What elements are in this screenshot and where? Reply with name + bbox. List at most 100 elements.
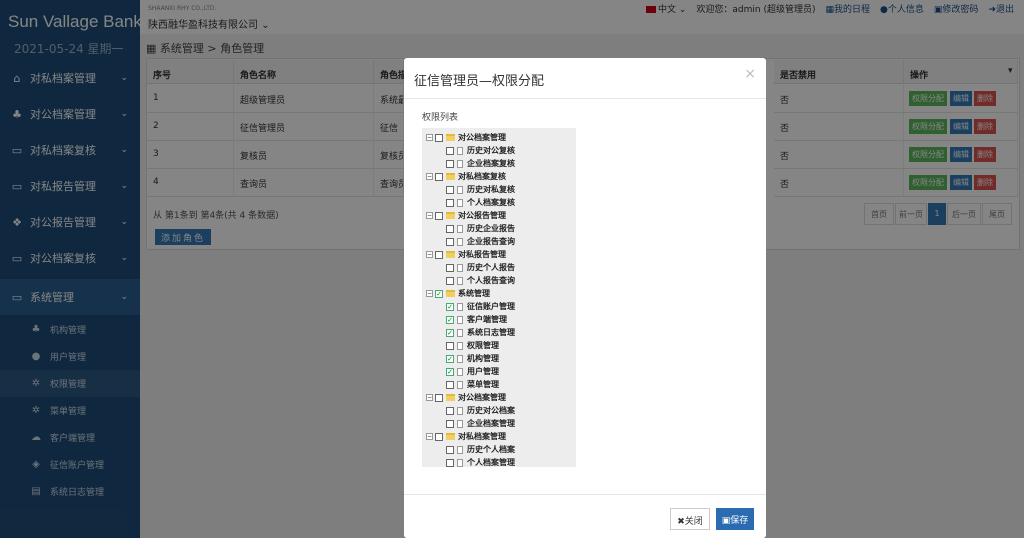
permission-modal: 征信管理员—权限分配 × 权限列表 − 对公档案管理 历史对公复核 企业档案复核 − 对私… bbox=[404, 58, 766, 538]
tree-node-label: 对私报告管理 bbox=[458, 250, 506, 259]
folder-icon bbox=[446, 134, 455, 141]
tree-leaf[interactable]: ✓ 系统日志管理 bbox=[446, 326, 515, 339]
checkbox[interactable] bbox=[435, 211, 443, 220]
checkbox[interactable] bbox=[435, 432, 443, 441]
tree-leaf[interactable]: ✓ 用户管理 bbox=[446, 365, 499, 378]
checkbox[interactable] bbox=[446, 146, 454, 155]
folder-icon bbox=[446, 433, 455, 440]
checkbox[interactable] bbox=[446, 341, 454, 350]
file-icon bbox=[457, 328, 463, 337]
close-icon[interactable]: × bbox=[744, 66, 756, 82]
file-icon bbox=[457, 198, 463, 207]
checkbox[interactable] bbox=[446, 224, 454, 233]
tree-leaf[interactable]: 企业档案复核 bbox=[446, 157, 515, 170]
tree-node[interactable]: − 对公报告管理 bbox=[426, 209, 506, 222]
tree-node[interactable]: − ✓ 系统管理 bbox=[426, 287, 490, 300]
tree-leaf[interactable]: 历史对公档案 bbox=[446, 404, 515, 417]
folder-icon bbox=[446, 173, 455, 180]
tree-leaf-label: 历史个人档案 bbox=[467, 445, 515, 454]
file-icon bbox=[457, 458, 463, 467]
tree-node[interactable]: − 对私档案管理 bbox=[426, 430, 506, 443]
modal-title: 征信管理员—权限分配 bbox=[414, 74, 545, 89]
checkbox[interactable]: ✓ bbox=[446, 302, 454, 311]
tree-leaf[interactable]: ✓ 征信账户管理 bbox=[446, 300, 515, 313]
collapse-icon[interactable]: − bbox=[426, 290, 433, 297]
tree-node[interactable]: − 对公档案管理 bbox=[426, 391, 506, 404]
tree-leaf[interactable]: ✓ 客户端管理 bbox=[446, 313, 507, 326]
tree-node-label: 对私档案管理 bbox=[458, 432, 506, 441]
tree-leaf[interactable]: 历史对私复核 bbox=[446, 183, 515, 196]
collapse-icon[interactable]: − bbox=[426, 433, 433, 440]
file-icon bbox=[457, 315, 463, 324]
close-button[interactable]: ✖关闭 bbox=[670, 508, 710, 530]
checkbox[interactable]: ✓ bbox=[446, 354, 454, 363]
tree-leaf[interactable]: ✓ 机构管理 bbox=[446, 352, 499, 365]
checkbox[interactable] bbox=[446, 419, 454, 428]
checkbox[interactable] bbox=[446, 159, 454, 168]
tree-leaf-label: 企业档案复核 bbox=[467, 159, 515, 168]
checkbox[interactable]: ✓ bbox=[446, 367, 454, 376]
checkbox[interactable] bbox=[446, 263, 454, 272]
permission-tree: − 对公档案管理 历史对公复核 企业档案复核 − 对私档案复核 历史对私复核 个人档案复核 − 对… bbox=[422, 128, 576, 467]
checkbox[interactable] bbox=[446, 185, 454, 194]
checkbox[interactable] bbox=[446, 458, 454, 467]
tree-leaf-label: 历史对公档案 bbox=[467, 406, 515, 415]
tree-leaf-label: 系统日志管理 bbox=[467, 328, 515, 337]
tree-leaf-label: 历史企业报告 bbox=[467, 224, 515, 233]
tree-leaf[interactable]: 历史对公复核 bbox=[446, 144, 515, 157]
checkbox[interactable]: ✓ bbox=[446, 328, 454, 337]
save-button[interactable]: ▣保存 bbox=[716, 508, 754, 530]
file-icon bbox=[457, 380, 463, 389]
checkbox[interactable]: ✓ bbox=[435, 289, 443, 298]
tree-leaf[interactable]: 历史个人档案 bbox=[446, 443, 515, 456]
tree-leaf-label: 机构管理 bbox=[467, 354, 499, 363]
file-icon bbox=[457, 302, 463, 311]
tree-leaf-label: 历史对私复核 bbox=[467, 185, 515, 194]
tree-node[interactable]: − 对私报告管理 bbox=[426, 248, 506, 261]
checkbox[interactable] bbox=[435, 393, 443, 402]
collapse-icon[interactable]: − bbox=[426, 212, 433, 219]
tree-leaf[interactable]: 个人报告查询 bbox=[446, 274, 515, 287]
checkbox[interactable] bbox=[446, 406, 454, 415]
checkbox[interactable] bbox=[446, 276, 454, 285]
tree-node[interactable]: − 对私档案复核 bbox=[426, 170, 506, 183]
file-icon bbox=[457, 237, 463, 246]
file-icon bbox=[457, 367, 463, 376]
tree-leaf[interactable]: 历史企业报告 bbox=[446, 222, 515, 235]
tree-leaf-label: 个人报告查询 bbox=[467, 276, 515, 285]
tree-leaf[interactable]: 个人档案复核 bbox=[446, 196, 515, 209]
checkbox[interactable] bbox=[446, 380, 454, 389]
checkbox[interactable] bbox=[446, 237, 454, 246]
tree-leaf-label: 用户管理 bbox=[467, 367, 499, 376]
tree-node[interactable]: − 对公档案管理 bbox=[426, 131, 506, 144]
file-icon bbox=[457, 224, 463, 233]
tree-leaf-label: 历史对公复核 bbox=[467, 146, 515, 155]
checkbox[interactable] bbox=[446, 445, 454, 454]
checkbox[interactable] bbox=[435, 250, 443, 259]
tree-node-label: 对公档案管理 bbox=[458, 393, 506, 402]
checkbox[interactable] bbox=[435, 133, 443, 142]
file-icon bbox=[457, 354, 463, 363]
tree-leaf[interactable]: 权限管理 bbox=[446, 339, 499, 352]
checkbox[interactable] bbox=[435, 172, 443, 181]
checkbox[interactable] bbox=[446, 198, 454, 207]
tree-leaf[interactable]: 企业报告查询 bbox=[446, 235, 515, 248]
tree-leaf[interactable]: 企业档案管理 bbox=[446, 417, 515, 430]
tree-leaf-label: 客户端管理 bbox=[467, 315, 507, 324]
tree-node-label: 对私档案复核 bbox=[458, 172, 506, 181]
checkbox[interactable]: ✓ bbox=[446, 315, 454, 324]
tree-leaf[interactable]: 菜单管理 bbox=[446, 378, 499, 391]
tree-leaf[interactable]: 个人档案管理 bbox=[446, 456, 515, 469]
collapse-icon[interactable]: − bbox=[426, 251, 433, 258]
file-icon bbox=[457, 406, 463, 415]
collapse-icon[interactable]: − bbox=[426, 394, 433, 401]
collapse-icon[interactable]: − bbox=[426, 173, 433, 180]
file-icon bbox=[457, 185, 463, 194]
permission-list-label: 权限列表 bbox=[422, 113, 459, 123]
tree-node-label: 对公档案管理 bbox=[458, 133, 506, 142]
collapse-icon[interactable]: − bbox=[426, 134, 433, 141]
modal-divider bbox=[404, 494, 766, 495]
tree-leaf[interactable]: 历史个人报告 bbox=[446, 261, 515, 274]
save-icon: ▣ bbox=[721, 516, 731, 526]
tree-leaf-label: 企业报告查询 bbox=[467, 237, 515, 246]
